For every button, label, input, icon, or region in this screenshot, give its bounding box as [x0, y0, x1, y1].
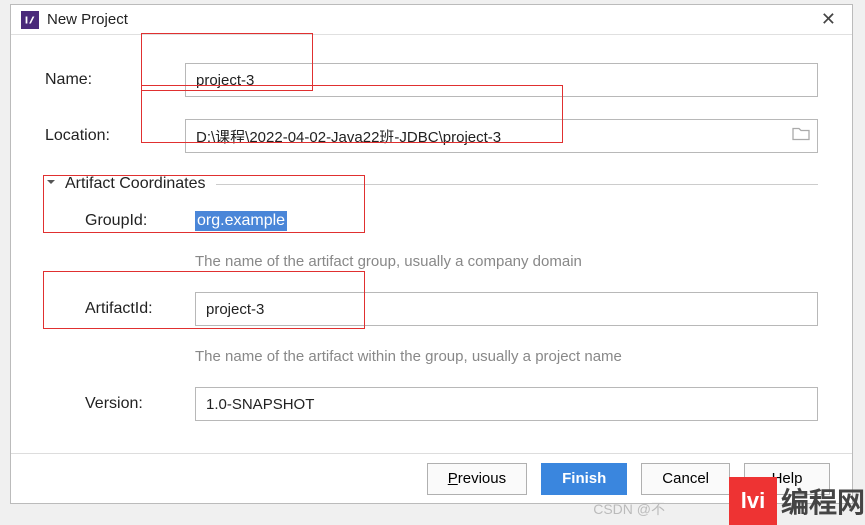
groupid-field[interactable]: org.example — [195, 211, 818, 231]
section-title: Artifact Coordinates — [65, 175, 206, 193]
name-label: Name: — [45, 71, 185, 89]
csdn-watermark: CSDN @不 — [593, 499, 665, 519]
chevron-down-icon — [45, 175, 57, 193]
previous-button[interactable]: Previous — [427, 463, 527, 495]
artifactid-row: ArtifactId: — [85, 292, 818, 326]
location-field[interactable] — [185, 119, 818, 153]
section-divider — [216, 184, 818, 185]
dialog-footer: Previous Finish Cancel Help — [11, 453, 852, 503]
watermark-logo: lvi — [729, 477, 777, 525]
watermark-text: 编程网 — [781, 481, 865, 521]
name-field[interactable] — [185, 63, 818, 97]
finish-button[interactable]: Finish — [541, 463, 627, 495]
groupid-value: org.example — [195, 211, 287, 231]
name-row: Name: — [45, 63, 818, 97]
app-icon — [21, 11, 39, 29]
artifact-coordinates-header[interactable]: Artifact Coordinates — [45, 175, 818, 193]
titlebar: New Project ✕ — [11, 5, 852, 35]
groupid-label: GroupId: — [85, 212, 195, 230]
groupid-row: GroupId: org.example — [85, 211, 818, 231]
cancel-button[interactable]: Cancel — [641, 463, 730, 495]
window-title: New Project — [47, 11, 128, 28]
folder-icon[interactable] — [792, 127, 810, 146]
new-project-dialog: New Project ✕ Name: Location: Artifact C… — [10, 4, 853, 504]
location-row: Location: — [45, 119, 818, 153]
dialog-content: Name: Location: Artifact Coordinates Gro… — [11, 35, 852, 453]
version-row: Version: — [85, 387, 818, 421]
version-field[interactable] — [195, 387, 818, 421]
artifactid-label: ArtifactId: — [85, 300, 195, 318]
site-watermark: lvi 编程网 — [729, 477, 865, 525]
version-label: Version: — [85, 395, 195, 413]
close-icon[interactable]: ✕ — [815, 9, 842, 30]
artifactid-hint: The name of the artifact within the grou… — [195, 348, 818, 365]
groupid-hint: The name of the artifact group, usually … — [195, 253, 818, 270]
location-label: Location: — [45, 127, 185, 145]
artifact-fields: GroupId: org.example The name of the art… — [45, 211, 818, 421]
artifactid-field[interactable] — [195, 292, 818, 326]
